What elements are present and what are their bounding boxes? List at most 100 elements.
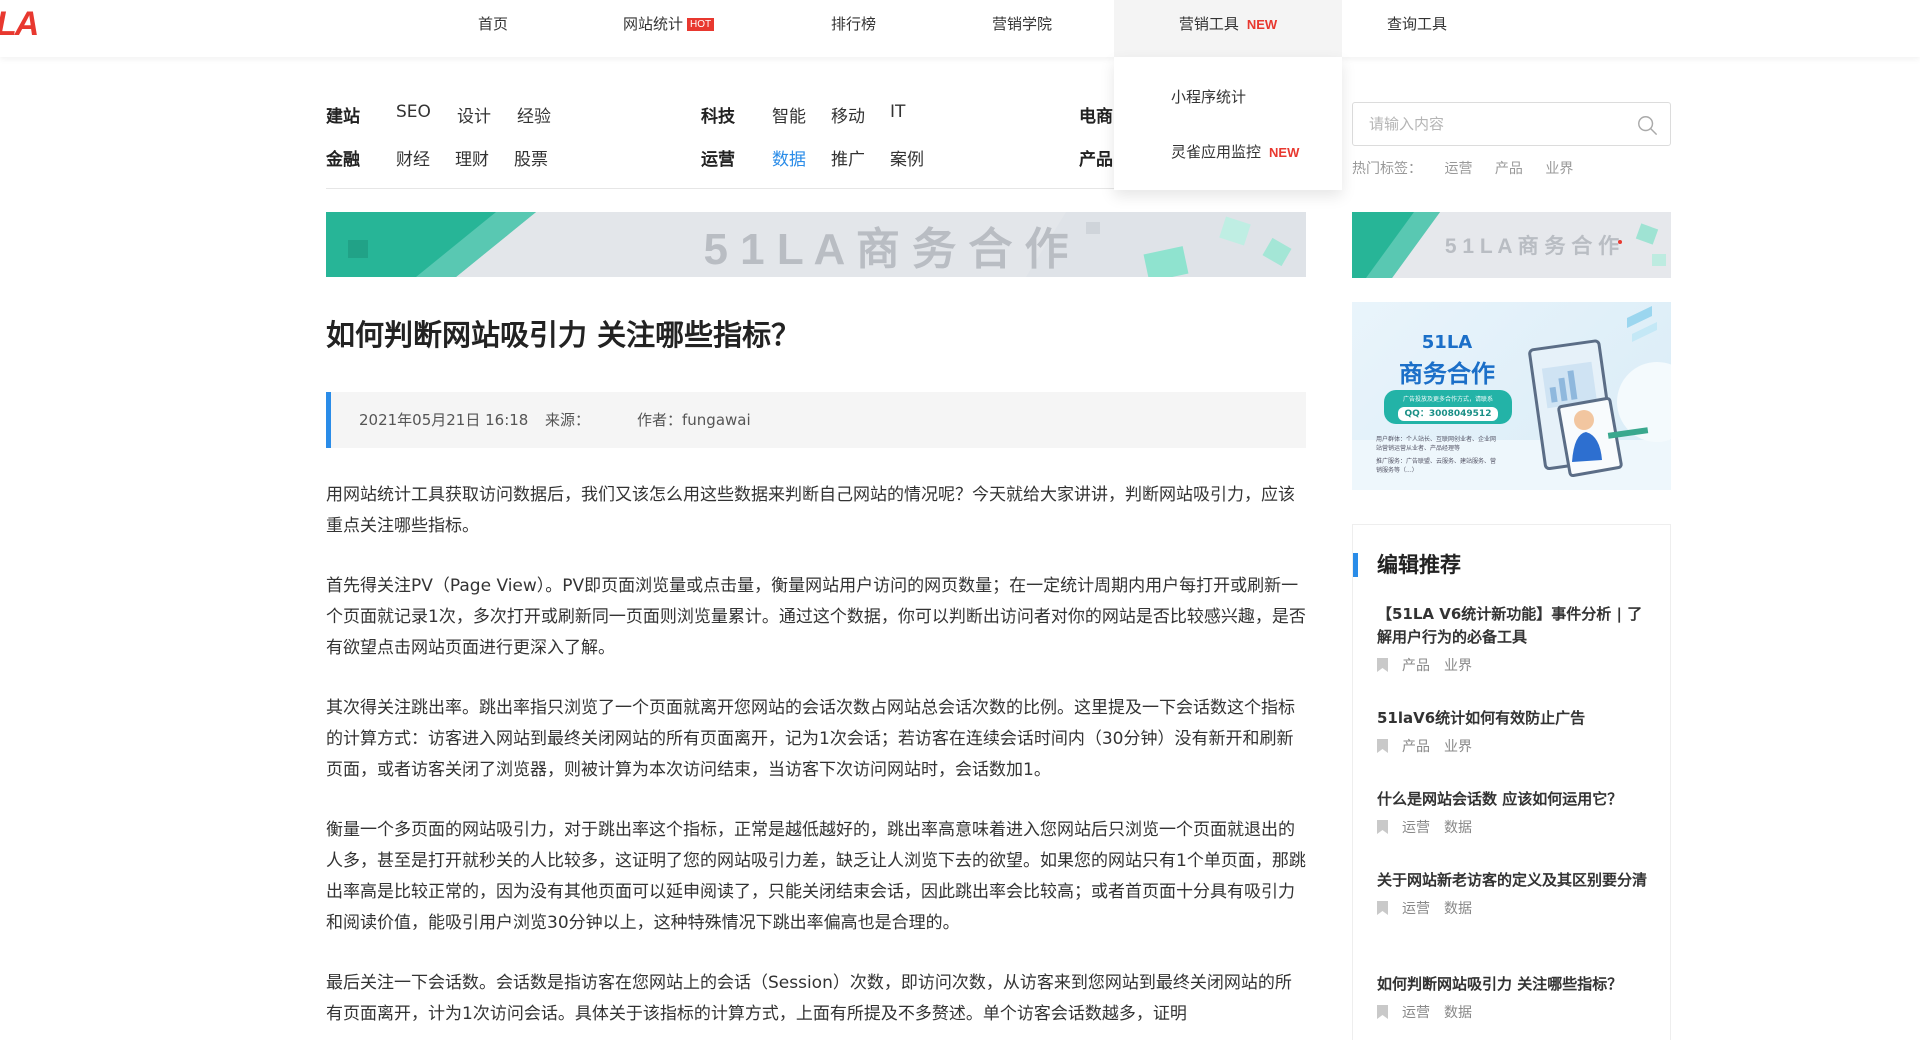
pick-tag[interactable]: 运营 [1402,901,1430,917]
business-banner-side[interactable]: 5 1 L A 商 务 合 作 [1352,212,1671,278]
pick-item: 关于网站新老访客的定义及其区别要分清 运营 数据 [1377,869,1657,918]
search-input[interactable] [1369,103,1629,145]
category-link-current[interactable]: 数据 [772,145,806,170]
editor-picks: 编辑推荐 【51LA V6统计新功能】事件分析 | 了解用户行为的必备工具 产品… [1352,524,1671,1040]
category-link[interactable]: 移动 [831,102,865,127]
banner-main-text: 5 1 L A 商 务 合 作 [703,224,1069,274]
business-ad-card[interactable]: 51LA 商务合作 广告投放及更多合作方式，请联系 QQ：3008049512 … [1352,302,1671,490]
category-link[interactable]: 理财 [455,145,489,170]
hot-tags-label: 热门标签： [1352,161,1422,177]
ad-contact-qq: QQ：3008049512 [1398,407,1498,421]
bookmark-icon [1377,820,1388,834]
hot-tag[interactable]: 产品 [1495,161,1523,177]
ad-description: 站营销运营从业者、产品经理等 [1376,445,1461,452]
nav-marketing-academy-label: 营销学院 [992,15,1053,33]
nav-query-tools-label: 查询工具 [1387,15,1448,33]
pick-tag[interactable]: 业界 [1444,739,1472,755]
pick-item: 51laV6统计如何有效防止广告 产品 业界 [1377,707,1657,756]
article-author: 作者：fungawai [637,411,751,429]
pick-title[interactable]: 如何判断网站吸引力 关注哪些指标？ [1377,973,1657,996]
article-paragraph: 衡量一个多页面的网站吸引力，对于跳出率这个指标，正常是越低越好的，跳出率高意味着… [326,820,1306,933]
ad-title: 商务合作 [1399,360,1495,388]
article-date: 2021年05月21日 16:18 [359,411,529,429]
banner-side-text: 5 1 L A 商 务 合 作 [1444,235,1620,258]
article-meta: 2021年05月21日 16:18 来源： 作者：fungawai [326,392,1306,448]
nav-ranking-label: 排行榜 [831,15,877,33]
pick-tag[interactable]: 业界 [1444,658,1472,674]
category-link[interactable]: 设计 [457,102,491,127]
category-link[interactable]: 案例 [890,145,924,170]
business-banner-main[interactable]: 5 1 L A 商 务 合 作 [326,212,1306,277]
pick-title[interactable]: 关于网站新老访客的定义及其区别要分清 [1377,869,1657,892]
category-link[interactable]: 经验 [517,102,551,127]
category-link[interactable]: 财经 [396,145,430,170]
hot-tags: 热门标签： 运营 产品 业界 [1352,158,1591,178]
pick-tag[interactable]: 数据 [1444,901,1472,917]
ad-description: 推广服务：广告联盟、云服务、建站服务、营 [1376,458,1497,465]
logo[interactable]: LA [0,6,40,42]
pick-title[interactable]: 51laV6统计如何有效防止广告 [1377,707,1657,730]
dropdown-item-mini-program-stats[interactable]: 小程序统计 [1171,86,1246,107]
search-icon[interactable] [1636,114,1658,136]
category-head[interactable]: 科技 [701,102,735,127]
article-title: 如何判断网站吸引力 关注哪些指标？ [326,318,801,352]
bookmark-icon [1377,739,1388,753]
ad-title-brand: 51LA [1421,332,1473,353]
nav-marketing-tools[interactable]: 营销工具 NEW [1114,0,1342,57]
category-link[interactable]: 股票 [514,145,548,170]
bookmark-icon [1377,901,1388,915]
pick-tags: 产品 业界 [1377,738,1657,756]
category-link[interactable]: IT [890,102,905,122]
ad-contact-pill: 广告投放及更多合作方式，请联系 QQ：3008049512 [1384,390,1512,424]
bookmark-icon [1377,1005,1388,1019]
nav-home[interactable]: 首页 [478,0,508,57]
new-badge: NEW [1246,17,1278,32]
category-link[interactable]: 智能 [772,102,806,127]
pick-tags: 运营 数据 [1377,819,1657,837]
hot-badge: HOT [687,18,715,31]
pick-title[interactable]: 【51LA V6统计新功能】事件分析 | 了解用户行为的必备工具 [1377,603,1657,649]
dropdown-item-label: 小程序统计 [1171,88,1247,106]
nav-marketing-tools-label: 营销工具 [1178,15,1239,33]
pick-tag[interactable]: 数据 [1444,1005,1472,1021]
article-source: 来源： [545,411,591,429]
article-body: 用网站统计工具获取访问数据后，我们又该怎么用这些数据来判断自己网站的情况呢？今天… [326,480,1306,1040]
new-badge: NEW [1269,145,1300,160]
pick-tag[interactable]: 数据 [1444,820,1472,836]
nav-site-stats-label: 网站统计 [623,15,684,33]
article-paragraph: 首先得关注PV（Page View）。PV即页面浏览量或点击量，衡量网站用户访问… [326,576,1306,658]
category-head[interactable]: 电商 [1079,102,1113,127]
pick-tag[interactable]: 运营 [1402,1005,1430,1021]
ad-description: 销服务等（...） [1376,467,1418,474]
category-head[interactable]: 运营 [701,145,735,170]
hot-tag[interactable]: 运营 [1444,161,1472,177]
editor-picks-title: 编辑推荐 [1353,553,1461,577]
search-box [1352,102,1671,146]
pick-tag[interactable]: 产品 [1402,658,1430,674]
article-paragraph: 用网站统计工具获取访问数据后，我们又该怎么用这些数据来判断自己网站的情况呢？今天… [326,485,1295,536]
article-paragraph: 其次得关注跳出率。跳出率指只浏览了一个页面就离开您网站的会话次数占网站总会话次数… [326,698,1295,780]
bookmark-icon [1377,658,1388,672]
logo-text: LA [0,6,39,42]
nav-ranking[interactable]: 排行榜 [831,0,876,57]
hot-tag[interactable]: 业界 [1545,161,1573,177]
nav-marketing-academy[interactable]: 营销学院 [992,0,1052,57]
category-link[interactable]: SEO [396,102,431,122]
dropdown-item-app-monitor[interactable]: 灵雀应用监控 NEW [1171,141,1299,162]
top-navigation: LA 首页 网站统计 HOT 排行榜 营销学院 营销工具 NEW 查询工具 [0,0,1920,57]
category-link[interactable]: 推广 [831,145,865,170]
marketing-tools-dropdown: 小程序统计 灵雀应用监控 NEW [1114,57,1342,190]
ad-contact-text: 广告投放及更多合作方式，请联系 [1402,396,1493,403]
pick-item: 【51LA V6统计新功能】事件分析 | 了解用户行为的必备工具 产品 业界 [1377,603,1657,675]
pick-title[interactable]: 什么是网站会话数 应该如何运用它？ [1377,788,1657,811]
nav-query-tools[interactable]: 查询工具 [1387,0,1447,57]
nav-site-stats[interactable]: 网站统计 HOT [623,0,715,57]
pick-tags: 运营 数据 [1377,1004,1657,1022]
article-paragraph: 最后关注一下会话数。会话数是指访客在您网站上的会话（Session）次数，即访问… [326,973,1292,1024]
category-head[interactable]: 产品 [1079,145,1113,170]
pick-tag[interactable]: 运营 [1402,820,1430,836]
category-head[interactable]: 金融 [326,145,360,170]
category-head[interactable]: 建站 [326,102,360,127]
pick-item: 什么是网站会话数 应该如何运用它？ 运营 数据 [1377,788,1657,837]
pick-tag[interactable]: 产品 [1402,739,1430,755]
